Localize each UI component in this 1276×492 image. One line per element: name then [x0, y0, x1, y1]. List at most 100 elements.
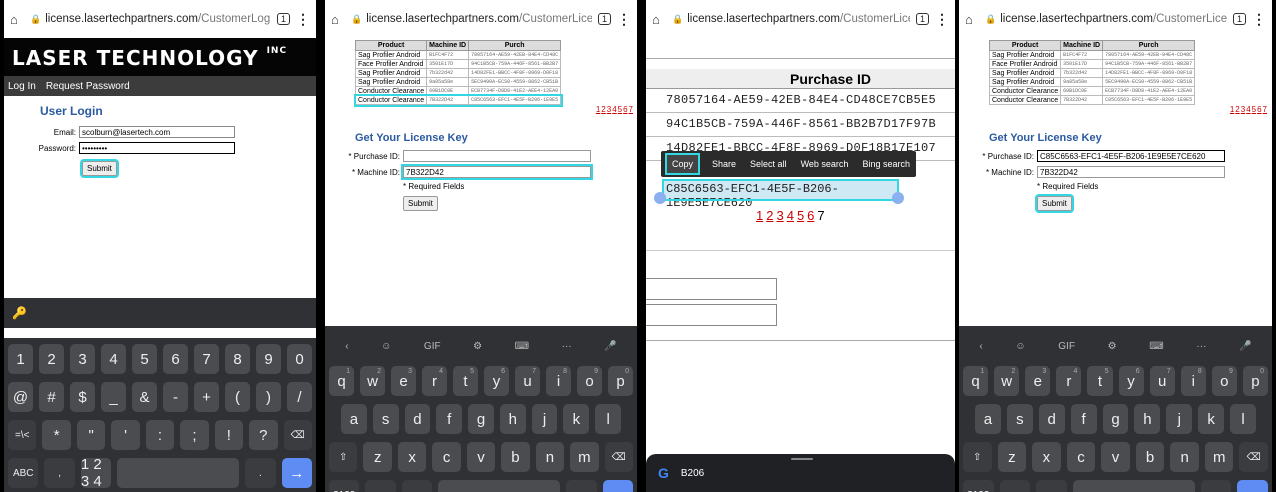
- selection-handle-start[interactable]: [654, 192, 666, 204]
- key[interactable]: k: [563, 404, 590, 434]
- page-link[interactable]: 2: [601, 105, 605, 114]
- url-field[interactable]: license.lasertechpartners.com/CustomerLi…: [366, 13, 592, 25]
- key[interactable]: _: [101, 382, 126, 412]
- key[interactable]: r4: [422, 366, 447, 396]
- key[interactable]: u7: [515, 366, 540, 396]
- overflow-menu-icon[interactable]: ⋮: [617, 11, 631, 28]
- key[interactable]: s: [372, 404, 399, 434]
- home-icon[interactable]: ⌂: [331, 12, 345, 27]
- table-row[interactable]: Conductor Clearance 7B322D42 C85C6563-EFC1…: [353, 93, 563, 107]
- key[interactable]: 9: [256, 344, 281, 374]
- key[interactable]: [438, 480, 561, 492]
- page-link[interactable]: 2: [766, 208, 773, 223]
- table-row[interactable]: Conductor Clearance 60B1DC0E ECB7734F-D8D8…: [988, 86, 1196, 96]
- key[interactable]: ☺: [1036, 480, 1067, 492]
- key[interactable]: q1: [963, 366, 989, 396]
- keyboard-toolbar-item[interactable]: ‹: [345, 341, 348, 352]
- key[interactable]: s: [1006, 404, 1033, 434]
- web-search-button[interactable]: Web search: [801, 159, 849, 169]
- key[interactable]: 7: [194, 344, 219, 374]
- key[interactable]: ?: [249, 420, 278, 450]
- page-link[interactable]: 5: [618, 105, 622, 114]
- key[interactable]: ?123: [962, 480, 994, 492]
- page-link[interactable]: 7: [1263, 105, 1267, 114]
- key[interactable]: ,: [44, 458, 75, 488]
- key[interactable]: l: [595, 404, 622, 434]
- keyboard-toolbar-item[interactable]: 🎤: [1239, 341, 1251, 352]
- key[interactable]: x: [1032, 442, 1061, 472]
- page-link[interactable]: 4: [1246, 105, 1250, 114]
- keyboard-toolbar-item[interactable]: ⌨: [515, 341, 529, 352]
- key[interactable]: o9: [1211, 366, 1237, 396]
- key[interactable]: +: [194, 382, 219, 412]
- page-link[interactable]: 5: [1252, 105, 1256, 114]
- key[interactable]: t5: [1087, 366, 1113, 396]
- keyboard-toolbar-item[interactable]: ⚙: [473, 341, 482, 352]
- key[interactable]: v: [1101, 442, 1130, 472]
- copy-button[interactable]: Copy: [664, 153, 701, 175]
- key[interactable]: ⇥: [1237, 480, 1269, 492]
- key[interactable]: 4: [101, 344, 126, 374]
- key[interactable]: n: [1170, 442, 1199, 472]
- key[interactable]: l: [1230, 404, 1257, 434]
- key[interactable]: 0: [287, 344, 312, 374]
- key[interactable]: .: [566, 480, 597, 492]
- overflow-menu-icon[interactable]: ⋮: [296, 11, 310, 28]
- table-row[interactable]: Conductor Clearance 7B322D42 C85C6563-EFC1…: [988, 95, 1196, 105]
- key[interactable]: ☺: [401, 480, 433, 492]
- key[interactable]: ): [256, 382, 281, 412]
- key[interactable]: $: [70, 382, 95, 412]
- key[interactable]: z: [363, 442, 392, 472]
- key[interactable]: x: [397, 442, 427, 472]
- url-field[interactable]: license.lasertechpartners.com/CustomerLi…: [687, 13, 910, 25]
- key[interactable]: =\<: [8, 420, 37, 450]
- input-field[interactable]: [646, 278, 777, 300]
- select-all-button[interactable]: Select all: [750, 159, 787, 169]
- page-link[interactable]: 1: [1230, 105, 1234, 114]
- key[interactable]: o9: [577, 366, 602, 396]
- keyboard-toolbar-item[interactable]: ‹: [979, 341, 982, 352]
- key[interactable]: f: [436, 404, 463, 434]
- key[interactable]: a: [975, 404, 1001, 434]
- table-row[interactable]: Sag Profiler Android 7b322d42 14D82FE1-BBC…: [988, 68, 1196, 78]
- key[interactable]: [117, 458, 240, 488]
- key[interactable]: @: [8, 382, 33, 412]
- key[interactable]: !: [214, 420, 244, 450]
- key[interactable]: b: [1135, 442, 1165, 472]
- table-row[interactable]: Face Profiler Android 3501E17D 94C1B5CB-75…: [988, 59, 1196, 69]
- keyboard-toolbar-item[interactable]: ···: [562, 341, 572, 352]
- key[interactable]: q1: [329, 366, 354, 396]
- key[interactable]: j: [1166, 404, 1193, 434]
- keyboard-toolbar-item[interactable]: GIF: [1058, 341, 1075, 352]
- drag-handle[interactable]: [791, 458, 813, 460]
- page-link[interactable]: 4: [787, 208, 794, 223]
- keyboard-toolbar-item[interactable]: ⚙: [1108, 341, 1117, 352]
- table-row[interactable]: Sag Profiler Android 9a85a58e 5EC9490A-ECS…: [354, 77, 562, 87]
- page-link[interactable]: 6: [1257, 105, 1261, 114]
- page-link[interactable]: 7: [629, 105, 633, 114]
- key[interactable]: i8: [546, 366, 571, 396]
- key[interactable]: &: [132, 382, 157, 412]
- key[interactable]: g: [468, 404, 494, 434]
- table-row[interactable]: Sag Profiler Android B1FC4F72 78057164-AE5…: [988, 50, 1196, 60]
- page-link[interactable]: 3: [776, 208, 783, 223]
- key[interactable]: ?123: [329, 480, 360, 492]
- key[interactable]: ABC: [8, 458, 39, 488]
- overflow-menu-icon[interactable]: ⋮: [935, 11, 949, 28]
- key[interactable]: (: [225, 382, 250, 412]
- keyboard-toolbar-item[interactable]: ⌨: [1149, 341, 1163, 352]
- key[interactable]: w2: [360, 366, 385, 396]
- keyboard-toolbar-item[interactable]: GIF: [424, 341, 441, 352]
- tab-count[interactable]: 1: [1232, 13, 1246, 25]
- table-row[interactable]: Sag Profiler Android B1FC4F72 78057164-AE5…: [354, 50, 562, 60]
- google-search-bar[interactable]: G B206: [646, 454, 955, 492]
- key[interactable]: ": [76, 420, 106, 450]
- key[interactable]: m: [1204, 442, 1234, 472]
- key[interactable]: ⌫: [1239, 442, 1269, 472]
- key[interactable]: y6: [484, 366, 509, 396]
- submit-button[interactable]: Submit: [80, 159, 119, 178]
- key[interactable]: c: [432, 442, 461, 472]
- tab-count[interactable]: 1: [276, 13, 290, 25]
- key[interactable]: u7: [1149, 366, 1175, 396]
- key[interactable]: ,: [365, 480, 396, 492]
